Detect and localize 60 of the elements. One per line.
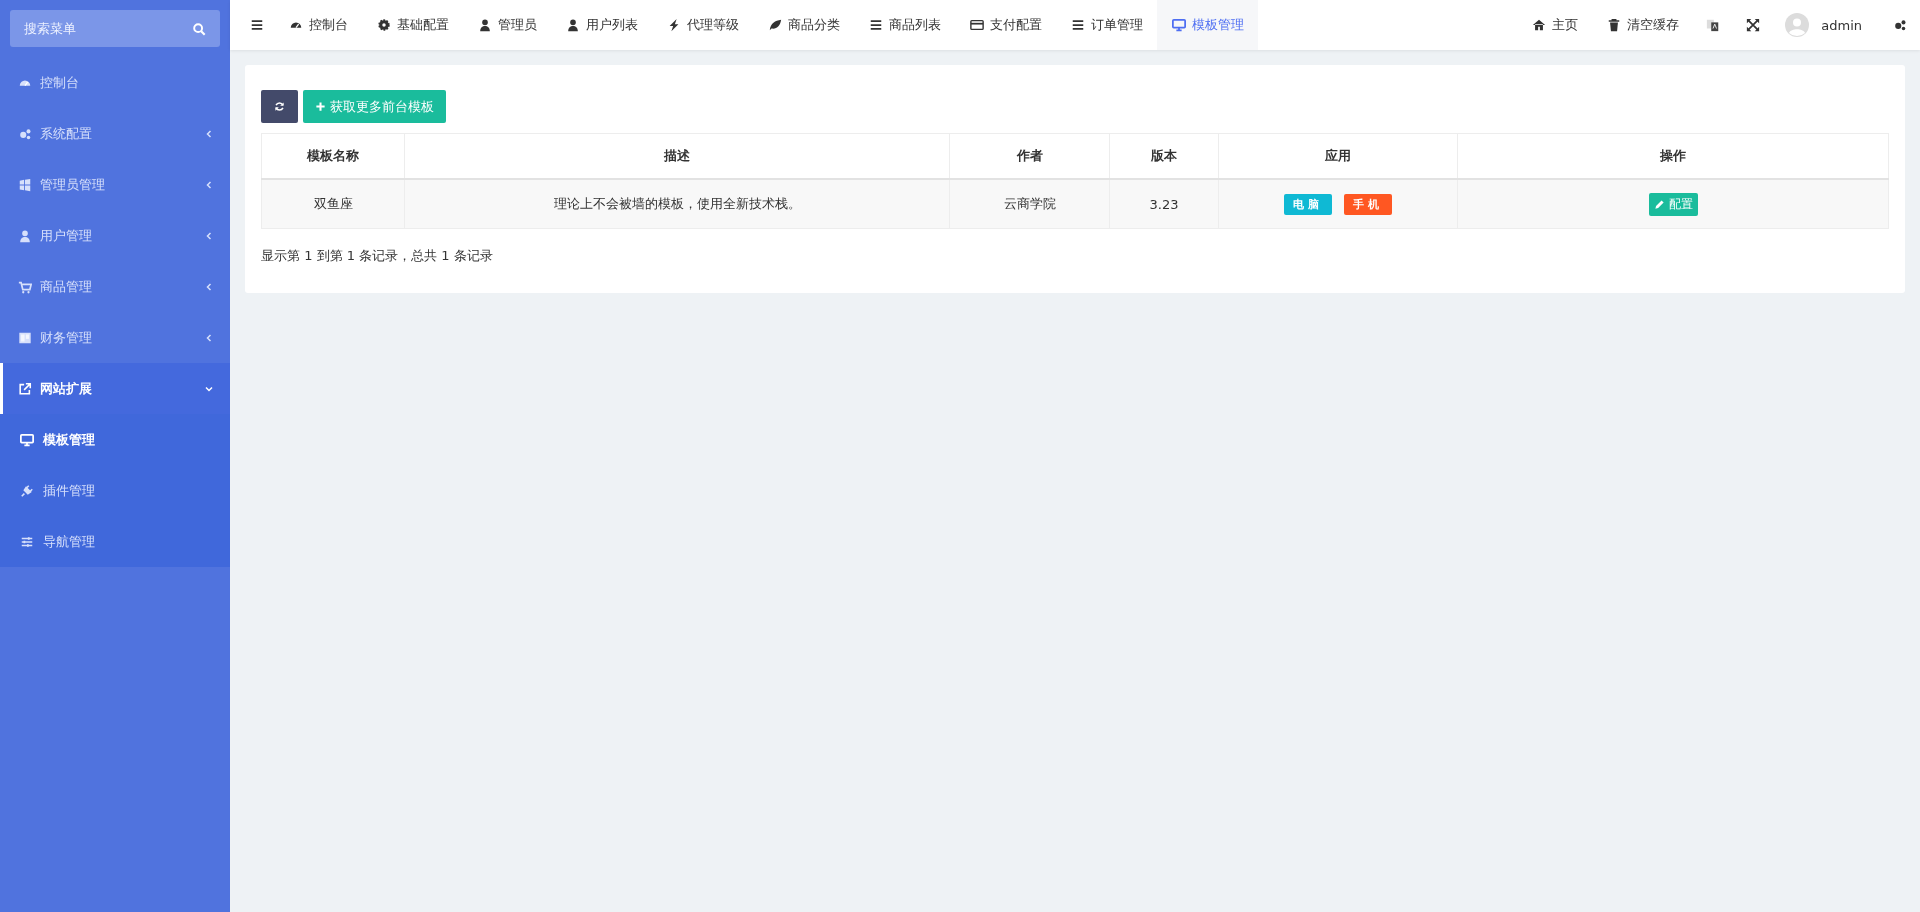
monitor-icon [1171, 18, 1186, 32]
nav-tab[interactable]: 代理等级 [652, 0, 753, 50]
credit-card-icon [969, 18, 984, 32]
board-icon [18, 330, 32, 345]
nav-tab[interactable]: 管理员 [463, 0, 551, 50]
user-icon [477, 18, 492, 32]
gear-icon [376, 18, 391, 32]
list-icon [868, 18, 883, 32]
nav-tab[interactable]: 商品列表 [854, 0, 955, 50]
user-icon [18, 228, 32, 243]
chevron-left-icon [204, 128, 214, 139]
submenu-item[interactable]: 导航管理 [0, 516, 230, 567]
sidebar-item[interactable]: 财务管理 [0, 312, 230, 363]
leaf-icon [767, 18, 782, 32]
home-icon [1531, 18, 1546, 32]
external-link-icon [18, 381, 32, 396]
search-field[interactable]: 搜索菜单 [10, 10, 220, 47]
cart-icon [18, 279, 32, 294]
nav-tab[interactable]: 用户列表 [551, 0, 652, 50]
sidebar-item[interactable]: 网站扩展 [0, 363, 230, 414]
submenu-item[interactable]: 模板管理 [0, 414, 230, 465]
username[interactable]: admin [1821, 17, 1862, 33]
table-cell: 理论上不会被墙的模板，使用全新技术栈。 [404, 179, 950, 229]
nav-tab[interactable]: 订单管理 [1056, 0, 1157, 50]
table-cell: 云商学院 [949, 179, 1110, 229]
chevron-left-icon [204, 281, 214, 292]
sidebar-item[interactable]: 用户管理 [0, 210, 230, 261]
nav-tab[interactable]: 支付配置 [955, 0, 1056, 50]
submenu-item[interactable]: 插件管理 [0, 465, 230, 516]
chevron-left-icon [204, 332, 214, 343]
search-icon [192, 22, 206, 36]
pencil-icon [1653, 198, 1665, 210]
list-icon [1070, 18, 1085, 32]
pagination-info: 显示第 1 到第 1 条记录，总共 1 条记录 [261, 247, 494, 265]
table-cell: 3.23 [1109, 179, 1219, 229]
nav-tab[interactable]: 商品分类 [753, 0, 854, 50]
plus-icon [315, 101, 326, 112]
platform-tag: 手机 [1344, 193, 1392, 215]
monitor-icon [20, 432, 34, 447]
refresh-icon [274, 101, 285, 112]
windows-icon [18, 177, 32, 192]
nav-tab[interactable]: 基础配置 [362, 0, 463, 50]
nav-tab[interactable]: 模板管理 [1157, 0, 1258, 50]
sidebar-item[interactable]: 管理员管理 [0, 159, 230, 210]
sidebar-item[interactable]: 商品管理 [0, 261, 230, 312]
chevron-left-icon [204, 230, 214, 241]
sliders-icon [20, 534, 34, 549]
user-icon [565, 18, 580, 32]
fullscreen-icon[interactable] [1746, 18, 1761, 32]
chevron-left-icon [204, 179, 214, 190]
trash-icon [1606, 18, 1621, 32]
toolbar-link[interactable]: 主页 [1517, 0, 1593, 50]
nav-tab[interactable]: 控制台 [274, 0, 362, 50]
sidebar-item[interactable]: 控制台 [0, 57, 230, 108]
sidebar-item[interactable]: 系统配置 [0, 108, 230, 159]
toolbar-link[interactable]: 清空缓存 [1592, 0, 1694, 50]
table-cell: 双鱼座 [261, 179, 405, 229]
refresh-button[interactable] [261, 90, 298, 123]
platform-tag: 电脑 [1284, 193, 1332, 215]
translate-icon[interactable] [1706, 18, 1721, 32]
